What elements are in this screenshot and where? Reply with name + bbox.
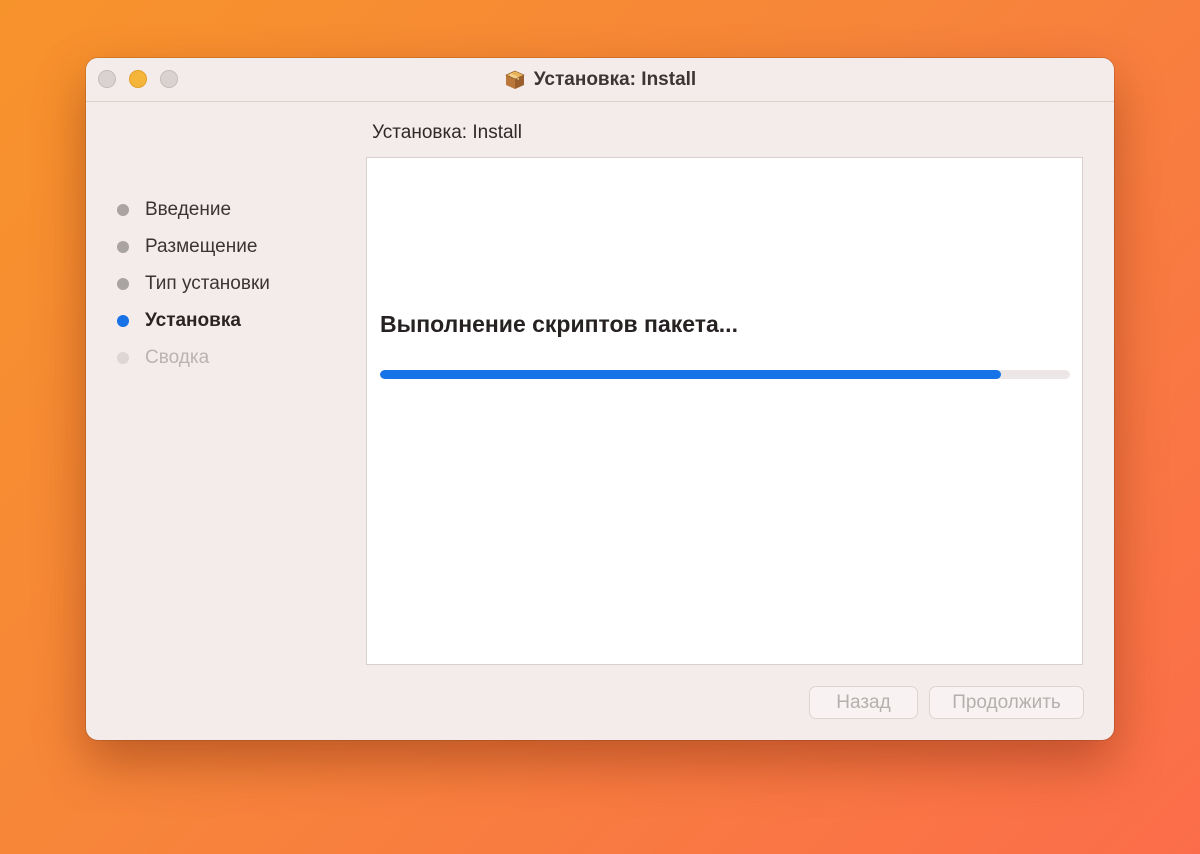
step-summary: Сводка [116,339,270,376]
content-heading: Установка: Install [372,122,522,143]
step-label: Тип установки [145,272,270,294]
window-title-group: Установка: Install [86,58,1114,101]
content-panel: Выполнение скриптов пакета... [366,157,1083,665]
progress-bar-fill [380,370,1001,379]
window-title: Установка: Install [533,68,697,90]
step-dot-icon [117,277,129,290]
step-label: Размещение [145,235,258,257]
step-dot-icon [117,240,129,253]
step-destination: Размещение [116,228,270,265]
steps-list: Введение Размещение Тип установки Устано… [116,191,270,376]
step-installation-type: Тип установки [116,265,270,302]
step-label: Сводка [145,346,210,368]
step-dot-icon [117,314,129,327]
title-bar[interactable]: Установка: Install [86,58,1114,102]
install-status-text: Выполнение скриптов пакета... [380,311,738,337]
step-introduction: Введение [116,191,270,228]
step-dot-icon [117,203,129,216]
step-label: Введение [145,198,232,220]
installer-window: Установка: Install Введение Размещение Т… [86,58,1114,740]
installer-steps-sidebar: Введение Размещение Тип установки Устано… [86,101,366,740]
step-installation: Установка [116,302,270,339]
package-icon [504,69,526,91]
step-dot-icon [117,351,129,364]
continue-button[interactable]: Продолжить [929,686,1084,719]
progress-bar [380,370,1070,379]
back-button[interactable]: Назад [809,686,918,719]
step-label: Установка [145,309,241,331]
